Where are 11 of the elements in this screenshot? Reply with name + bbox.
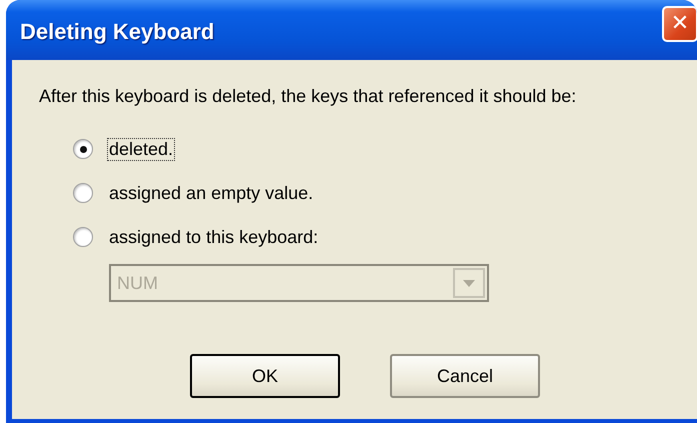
prompt-text: After this keyboard is deleted, the keys that referenced it should be: — [39, 86, 576, 107]
cancel-button[interactable]: Cancel — [390, 354, 540, 398]
close-button[interactable]: ✕ — [662, 6, 697, 42]
option-label[interactable]: assigned to this keyboard: — [107, 226, 320, 248]
radio-button[interactable] — [73, 227, 93, 247]
ok-button[interactable]: OK — [190, 354, 340, 398]
option-label[interactable]: assigned an empty value. — [107, 182, 316, 204]
radio-button[interactable] — [73, 183, 93, 203]
radio-button[interactable] — [73, 139, 93, 159]
window-title: Deleting Keyboard — [20, 18, 214, 45]
option-label[interactable]: deleted. — [107, 138, 176, 160]
